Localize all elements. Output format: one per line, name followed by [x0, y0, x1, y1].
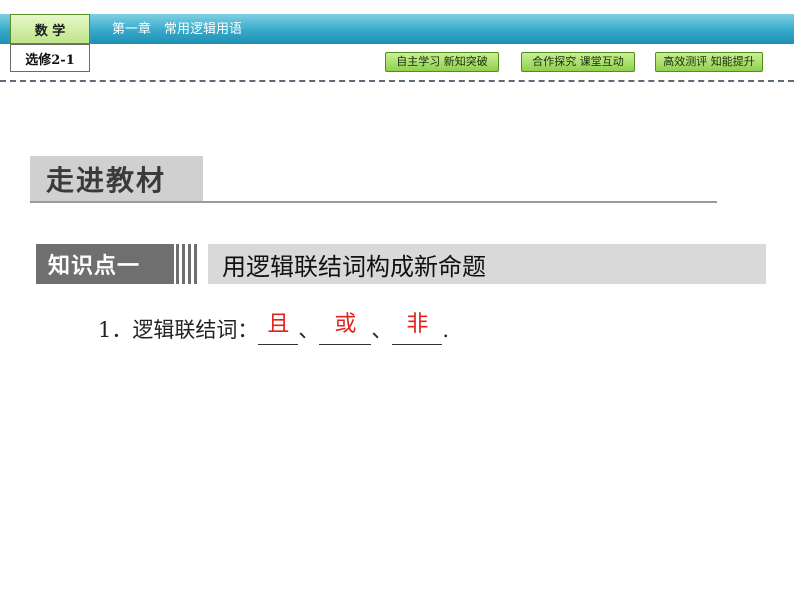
separator: 、	[371, 318, 393, 342]
answer-blank: 非	[392, 312, 443, 345]
connectives-line: 1．逻辑联结词：且、或、非.	[98, 312, 449, 348]
knowledge-point-title: 用逻辑联结词构成新命题	[208, 244, 766, 284]
subject-label: 数 学	[10, 14, 90, 44]
stripe-decoration	[176, 244, 197, 284]
nav-button-self-study[interactable]: 自主学习 新知突破	[385, 52, 499, 72]
item-number: 1．	[98, 318, 133, 342]
section-title: 走进教材	[30, 156, 203, 202]
answer-text: 非	[406, 312, 429, 337]
separator: 、	[298, 318, 320, 342]
course-label: 选修2-1	[10, 44, 90, 72]
section-underline	[30, 201, 717, 203]
answer-blank: 且	[258, 312, 299, 345]
header-divider	[0, 80, 794, 82]
nav-button-cooperative-inquiry[interactable]: 合作探究 课堂互动	[521, 52, 635, 72]
knowledge-point-label: 知识点一	[36, 244, 174, 284]
item-prompt: 逻辑联结词：	[132, 318, 259, 342]
end-punctuation: .	[442, 318, 450, 342]
chapter-title: 第一章 常用逻辑用语	[112, 22, 243, 37]
nav-button-assessment[interactable]: 高效测评 知能提升	[655, 52, 763, 72]
answer-text: 或	[334, 312, 357, 337]
answer-text: 且	[267, 312, 290, 337]
answer-blank: 或	[319, 312, 372, 345]
